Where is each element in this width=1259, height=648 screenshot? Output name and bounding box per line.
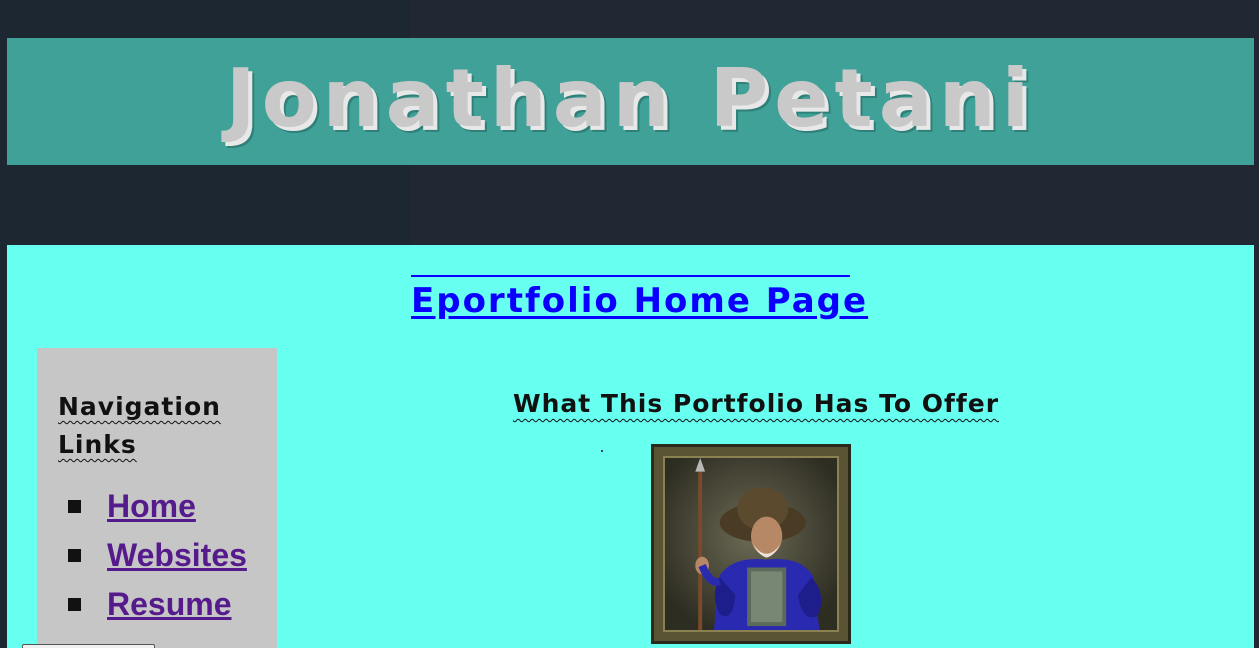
stray-dot <box>601 450 603 452</box>
square-bullet-icon <box>68 500 81 513</box>
portrait-image <box>651 444 851 644</box>
square-bullet-icon <box>68 598 81 611</box>
navigation-list: Home Websites Resume <box>58 482 277 629</box>
nav-item-home: Home <box>58 482 277 531</box>
navigation-heading: Navigation Links <box>58 392 221 459</box>
nav-item-websites: Websites <box>58 531 277 580</box>
nav-link-websites[interactable]: Websites <box>107 537 247 574</box>
nav-link-home[interactable]: Home <box>107 488 196 525</box>
square-bullet-icon <box>68 549 81 562</box>
nav-link-resume[interactable]: Resume <box>107 586 232 623</box>
navigation-panel: Navigation Links Home Websites Resume <box>37 348 277 648</box>
site-banner: Jonathan Petani <box>7 38 1254 165</box>
partial-button[interactable] <box>22 644 155 648</box>
nav-item-resume: Resume <box>58 580 277 629</box>
eportfolio-home-link[interactable]: Eportfolio Home Page <box>411 275 866 321</box>
content-area: Eportfolio Home Page Navigation Links Ho… <box>7 245 1254 648</box>
portrait-frame <box>663 456 839 632</box>
soldier-portrait-illustration <box>665 458 837 630</box>
offer-heading: What This Portfolio Has To Offer <box>513 389 1000 418</box>
site-title: Jonathan Petani <box>225 51 1036 145</box>
